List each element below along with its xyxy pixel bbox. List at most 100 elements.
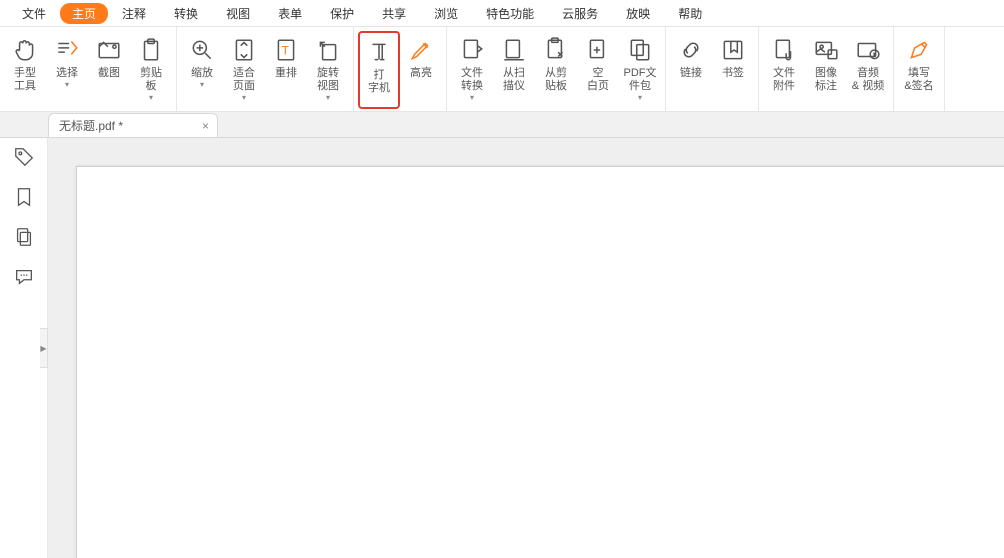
document-page[interactable]	[76, 166, 1004, 558]
attach-icon	[771, 37, 797, 63]
highlight-button[interactable]: 高亮	[400, 31, 442, 109]
ribbon-group-1: 缩放▾适合 页面▾T重排旋转 视图▾	[177, 27, 354, 111]
hand-icon	[12, 37, 38, 63]
highlight-label: 高亮	[410, 67, 432, 80]
hand-tool-button[interactable]: 手型 工具	[4, 31, 46, 109]
snapshot-button[interactable]: 截图	[88, 31, 130, 109]
fileconvert-icon	[459, 37, 485, 63]
clipboard-button[interactable]: 剪贴 板▾	[130, 31, 172, 109]
pages-panel[interactable]	[13, 226, 35, 248]
select-icon	[54, 37, 80, 63]
workspace: ▶	[0, 138, 1004, 558]
bookmark-icon	[720, 37, 746, 63]
imageannot-icon	[813, 37, 839, 63]
reflow-button[interactable]: T 重排	[265, 31, 307, 109]
image-annot-button[interactable]: 图像 标注	[805, 31, 847, 109]
menu-item-5[interactable]: 表单	[264, 3, 316, 24]
menu-item-9[interactable]: 特色功能	[472, 3, 548, 24]
document-tab[interactable]: 无标题.pdf * ×	[48, 113, 218, 137]
file-attach-label: 文件 附件	[773, 67, 795, 93]
audio-video-button[interactable]: 音频 & 视频	[847, 31, 889, 109]
fit-page-label: 适合 页面	[233, 67, 255, 93]
select-label: 选择	[56, 67, 78, 80]
comments-panel[interactable]	[13, 266, 35, 288]
file-attach-button[interactable]: 文件 附件	[763, 31, 805, 109]
menu-item-6[interactable]: 保护	[316, 3, 368, 24]
rotate-icon	[315, 37, 341, 63]
file-convert-label: 文件 转换	[461, 67, 483, 93]
svg-text:T: T	[282, 43, 289, 57]
reflow-icon: T	[273, 37, 299, 63]
chevron-down-icon: ▾	[470, 94, 474, 102]
fit-page-button[interactable]: 适合 页面▾	[223, 31, 265, 109]
rotate-view-label: 旋转 视图	[317, 67, 339, 93]
fill-sign-button[interactable]: 填写 &签名	[898, 31, 940, 109]
clipboard-label: 剪贴 板	[140, 67, 162, 93]
bookmark-panel[interactable]	[13, 186, 35, 208]
link-label: 链接	[680, 67, 702, 80]
link-icon	[678, 37, 704, 63]
from-scanner-label: 从扫 描仪	[503, 67, 525, 93]
menu-item-10[interactable]: 云服务	[548, 3, 612, 24]
chevron-down-icon: ▾	[65, 81, 69, 89]
package-icon	[627, 37, 653, 63]
tag-panel[interactable]	[13, 146, 35, 168]
menu-item-7[interactable]: 共享	[368, 3, 420, 24]
document-tab-title: 无标题.pdf *	[59, 117, 123, 134]
canvas-area[interactable]	[48, 138, 1004, 558]
sign-icon	[906, 37, 932, 63]
typewriter-icon	[366, 39, 392, 65]
ribbon-group-0: 手型 工具选择▾截图剪贴 板▾	[0, 27, 177, 111]
ribbon-group-3: 文件 转换▾从扫 描仪从剪 贴板空 白页PDF文 件包▾	[447, 27, 666, 111]
from-clipboard-label: 从剪 贴板	[545, 67, 567, 93]
blank-page-label: 空 白页	[587, 67, 609, 93]
bookmark-label: 书签	[722, 67, 744, 80]
link-button[interactable]: 链接	[670, 31, 712, 109]
zoom-icon	[189, 37, 215, 63]
pdf-package-button[interactable]: PDF文 件包▾	[619, 31, 661, 109]
menu-item-11[interactable]: 放映	[612, 3, 664, 24]
chevron-down-icon: ▾	[242, 94, 246, 102]
chevron-down-icon: ▾	[200, 81, 204, 89]
zoom-button[interactable]: 缩放▾	[181, 31, 223, 109]
fitpage-icon	[231, 37, 257, 63]
zoom-label: 缩放	[191, 67, 213, 80]
reflow-label: 重排	[275, 67, 297, 80]
blank-page-button[interactable]: 空 白页	[577, 31, 619, 109]
typewriter-label: 打 字机	[368, 69, 390, 95]
document-tab-strip: 无标题.pdf * ×	[0, 112, 1004, 138]
ribbon-toolbar: 手型 工具选择▾截图剪贴 板▾缩放▾适合 页面▾T重排旋转 视图▾打 字机高亮文…	[0, 26, 1004, 112]
typewriter-button[interactable]: 打 字机	[358, 31, 400, 109]
menu-item-3[interactable]: 转换	[160, 3, 212, 24]
fromclip-icon	[543, 37, 569, 63]
menu-item-1[interactable]: 主页	[60, 3, 108, 24]
select-button[interactable]: 选择▾	[46, 31, 88, 109]
menu-item-4[interactable]: 视图	[212, 3, 264, 24]
image-annot-label: 图像 标注	[815, 67, 837, 93]
sidebar-expand-handle[interactable]: ▶	[40, 328, 48, 368]
from-clipboard-button[interactable]: 从剪 贴板	[535, 31, 577, 109]
snapshot-label: 截图	[98, 67, 120, 80]
blankpage-icon	[585, 37, 611, 63]
menu-bar: 文件主页注释转换视图表单保护共享浏览特色功能云服务放映帮助	[0, 0, 1004, 26]
menu-item-12[interactable]: 帮助	[664, 3, 716, 24]
file-convert-button[interactable]: 文件 转换▾	[451, 31, 493, 109]
hand-tool-label: 手型 工具	[14, 67, 36, 93]
chevron-down-icon: ▾	[638, 94, 642, 102]
ribbon-group-6: 填写 &签名	[894, 27, 945, 111]
chevron-down-icon: ▾	[326, 94, 330, 102]
snapshot-icon	[96, 37, 122, 63]
pdf-package-label: PDF文 件包	[624, 67, 657, 93]
highlighter-icon	[408, 37, 434, 63]
menu-item-8[interactable]: 浏览	[420, 3, 472, 24]
media-icon	[855, 37, 881, 63]
bookmark-button[interactable]: 书签	[712, 31, 754, 109]
rotate-view-button[interactable]: 旋转 视图▾	[307, 31, 349, 109]
from-scanner-button[interactable]: 从扫 描仪	[493, 31, 535, 109]
audio-video-label: 音频 & 视频	[852, 67, 884, 93]
close-icon[interactable]: ×	[202, 119, 209, 133]
fill-sign-label: 填写 &签名	[904, 67, 933, 93]
menu-item-2[interactable]: 注释	[108, 3, 160, 24]
ribbon-group-5: 文件 附件图像 标注音频 & 视频	[759, 27, 894, 111]
menu-item-0[interactable]: 文件	[8, 3, 60, 24]
